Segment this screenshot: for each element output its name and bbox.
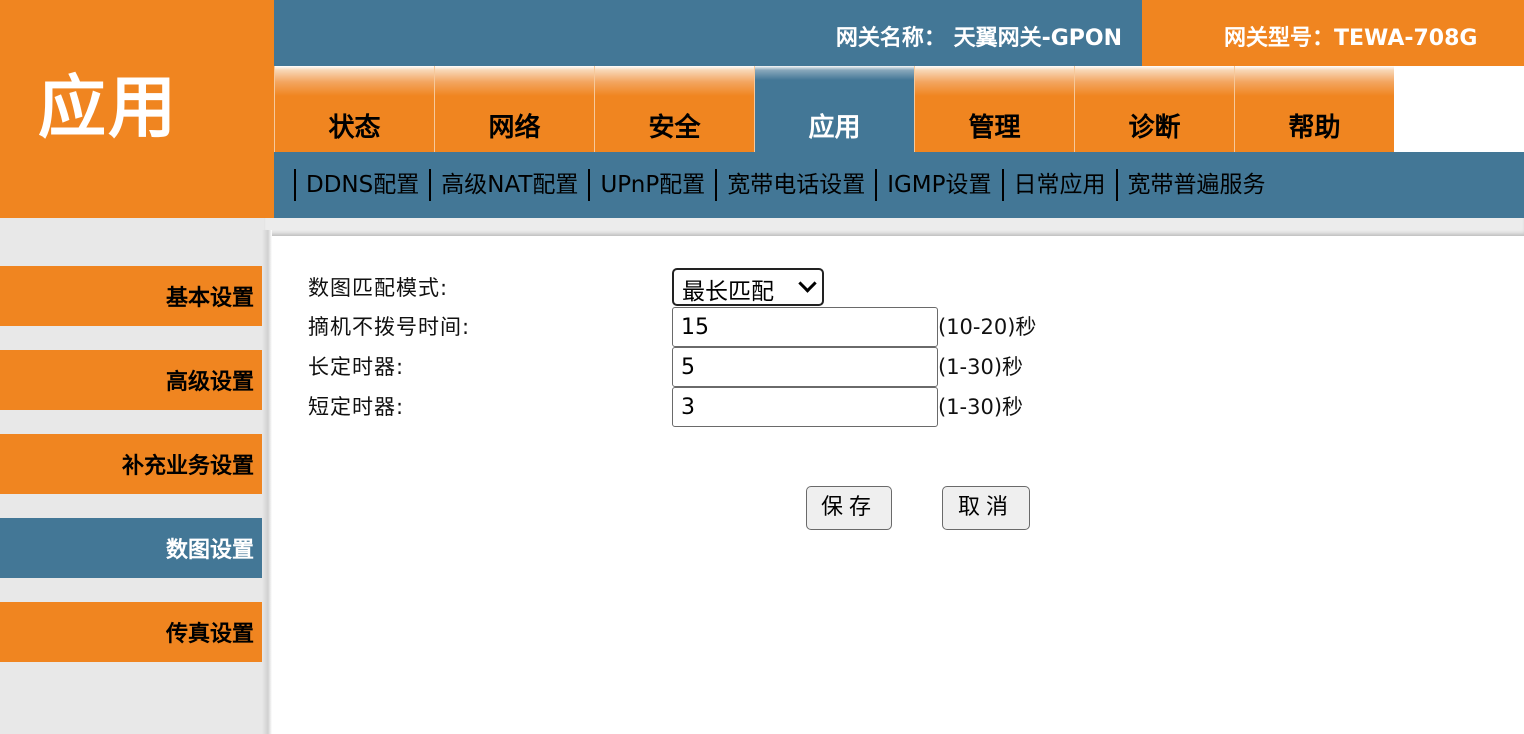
subnav-daily-apps[interactable]: 日常应用 xyxy=(1001,169,1116,201)
sidebar-item-fax[interactable]: 传真设置 xyxy=(0,602,274,662)
tab-status[interactable]: 状态 xyxy=(274,66,434,152)
tab-label: 诊断 xyxy=(1128,113,1181,143)
subnav-igmp[interactable]: IGMP设置 xyxy=(875,169,1001,201)
save-button[interactable]: 保存 xyxy=(806,486,892,530)
long-timer-label: 长定时器: xyxy=(308,355,405,379)
subnav-upnp[interactable]: UPnP配置 xyxy=(588,169,715,201)
mode-row: 数图匹配模式: 最长匹配 xyxy=(308,268,1108,308)
gateway-model: 网关型号：TEWA-708G xyxy=(1224,26,1478,51)
tab-network[interactable]: 网络 xyxy=(434,66,594,152)
tab-security[interactable]: 安全 xyxy=(594,66,754,152)
match-mode-value: 最长匹配 xyxy=(682,279,774,305)
mode-label: 数图匹配模式: xyxy=(308,276,449,300)
tab-label: 安全 xyxy=(648,113,701,143)
sidebar-item-label: 补充业务设置 xyxy=(121,454,254,479)
long-timer-row: 长定时器: (1-30)秒 xyxy=(308,347,1108,387)
sidebar-item-digitmap[interactable]: 数图设置 xyxy=(0,518,274,578)
short-timer-hint: (1-30)秒 xyxy=(938,395,1024,419)
sidebar-item-label: 数图设置 xyxy=(165,538,254,563)
subnav-voip-settings[interactable]: 宽带电话设置 xyxy=(715,169,875,201)
subnav-ddns[interactable]: DDNS配置 xyxy=(294,169,429,201)
section-banner: 应用 xyxy=(0,0,274,218)
subnav-universal-service[interactable]: 宽带普遍服务 xyxy=(1115,169,1276,201)
sidebar-item-label: 高级设置 xyxy=(165,370,254,395)
long-timer-hint: (1-30)秒 xyxy=(938,355,1024,379)
tab-diagnostics[interactable]: 诊断 xyxy=(1074,66,1234,152)
chevron-down-icon xyxy=(798,274,817,293)
digitmap-form: 数图匹配模式: 最长匹配 摘机不拨号时间: (10-20)秒 长定时器: (1-… xyxy=(272,236,1524,734)
tab-management[interactable]: 管理 xyxy=(914,66,1074,152)
offhook-time-input[interactable] xyxy=(672,307,938,347)
sidebar: 基本设置 高级设置 补充业务设置 数图设置 传真设置 xyxy=(0,218,274,734)
gateway-name-box: 网关名称： 天翼网关-GPON xyxy=(274,0,1142,66)
tab-help[interactable]: 帮助 xyxy=(1234,66,1394,152)
sidebar-item-label: 基本设置 xyxy=(165,286,254,311)
header-bar: 网关名称： 天翼网关-GPON 网关型号：TEWA-708G xyxy=(274,0,1524,66)
gateway-name: 网关名称： 天翼网关-GPON xyxy=(835,26,1122,51)
sidebar-item-basic[interactable]: 基本设置 xyxy=(0,266,274,326)
subnav-advanced-nat[interactable]: 高级NAT配置 xyxy=(429,169,588,201)
tab-label: 帮助 xyxy=(1288,113,1341,143)
match-mode-select[interactable]: 最长匹配 xyxy=(672,268,824,306)
tab-label: 管理 xyxy=(968,113,1021,143)
short-timer-label: 短定时器: xyxy=(308,395,405,419)
tab-label: 状态 xyxy=(328,113,381,143)
tab-application[interactable]: 应用 xyxy=(754,66,914,152)
main-tabs: 状态 网络 安全 应用 管理 诊断 帮助 xyxy=(274,66,1524,152)
offhook-row: 摘机不拨号时间: (10-20)秒 xyxy=(308,307,1108,347)
offhook-hint: (10-20)秒 xyxy=(938,315,1037,339)
offhook-label: 摘机不拨号时间: xyxy=(308,315,471,339)
short-timer-input[interactable] xyxy=(672,387,938,427)
gateway-model-box: 网关型号：TEWA-708G xyxy=(1142,0,1524,66)
sidebar-item-label: 传真设置 xyxy=(165,622,254,647)
short-timer-row: 短定时器: (1-30)秒 xyxy=(308,387,1108,427)
sidebar-item-supplementary[interactable]: 补充业务设置 xyxy=(0,434,274,494)
sidebar-item-advanced[interactable]: 高级设置 xyxy=(0,350,274,410)
cancel-button[interactable]: 取消 xyxy=(942,486,1030,530)
long-timer-input[interactable] xyxy=(672,347,938,387)
content-shadow xyxy=(262,230,272,734)
tab-label: 网络 xyxy=(488,113,541,143)
section-title: 应用 xyxy=(38,69,179,148)
content-divider xyxy=(264,218,1524,236)
sub-navigation: DDNS配置 高级NAT配置 UPnP配置 宽带电话设置 IGMP设置 日常应用… xyxy=(274,152,1524,218)
tab-label: 应用 xyxy=(808,113,861,143)
